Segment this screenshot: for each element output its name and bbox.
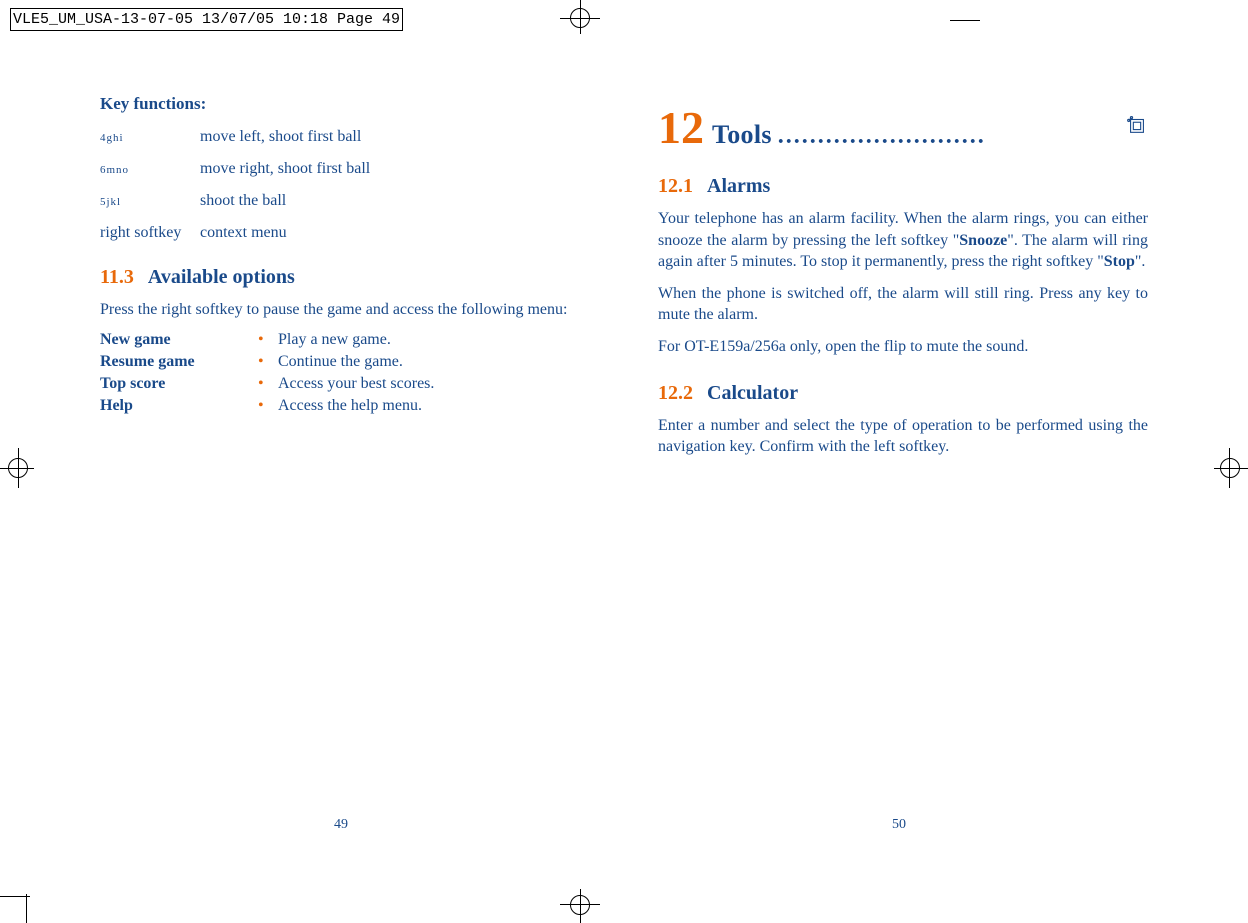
key-row: 4ghi move left, shoot first ball — [100, 128, 600, 146]
key-desc: context menu — [200, 224, 600, 242]
section-heading-12-1: 12.1 Alarms — [658, 175, 1148, 198]
key-row: right softkey context menu — [100, 224, 600, 242]
crop-mark-top — [560, 0, 600, 34]
crop-mark-bottom — [560, 889, 600, 923]
key-desc: move right, shoot first ball — [200, 160, 600, 178]
stop-label: Stop — [1104, 253, 1135, 270]
key-5-icon: 5jkl — [100, 196, 121, 208]
page-right: 12 Tools .......................... 12.1… — [658, 105, 1148, 468]
tools-icon — [1126, 114, 1148, 142]
section-number: 12.1 — [658, 175, 693, 197]
option-desc: Continue the game. — [278, 353, 600, 371]
section-number: 11.3 — [100, 266, 134, 288]
section-paragraph: Enter a number and select the type of op… — [658, 415, 1148, 458]
crop-mark-right — [1214, 448, 1248, 488]
bullet-icon: • — [258, 375, 278, 393]
page-number-left: 49 — [334, 817, 348, 833]
bleed-mark — [26, 894, 27, 923]
page-left: Key functions: 4ghi move left, shoot fir… — [100, 94, 600, 419]
section-intro: Press the right softkey to pause the gam… — [100, 299, 600, 321]
key-desc: move left, shoot first ball — [200, 128, 600, 146]
bullet-icon: • — [258, 353, 278, 371]
section-paragraph: When the phone is switched off, the alar… — [658, 283, 1148, 326]
option-row: Top score • Access your best scores. — [100, 375, 600, 393]
chapter-heading: 12 Tools .......................... — [658, 105, 1148, 151]
option-row: Help • Access the help menu. — [100, 397, 600, 415]
chapter-number: 12 — [658, 105, 704, 151]
section-number: 12.2 — [658, 382, 693, 404]
key-functions-heading: Key functions: — [100, 94, 600, 114]
section-title: Alarms — [707, 175, 770, 197]
bleed-mark — [950, 20, 980, 21]
section-paragraph: Your telephone has an alarm facility. Wh… — [658, 208, 1148, 273]
chapter-dots: .......................... — [778, 123, 986, 150]
bullet-icon: • — [258, 397, 278, 415]
crop-mark-left — [0, 448, 34, 488]
key-right-softkey: right softkey — [100, 224, 200, 242]
key-4-icon: 4ghi — [100, 132, 124, 144]
section-title: Available options — [148, 266, 295, 288]
bullet-icon: • — [258, 331, 278, 349]
section-heading-12-2: 12.2 Calculator — [658, 382, 1148, 405]
key-row: 6mno move right, shoot first ball — [100, 160, 600, 178]
option-desc: Play a new game. — [278, 331, 600, 349]
option-desc: Access the help menu. — [278, 397, 600, 415]
section-title: Calculator — [707, 382, 798, 404]
option-name: New game — [100, 331, 258, 349]
option-row: New game • Play a new game. — [100, 331, 600, 349]
option-name: Resume game — [100, 353, 258, 371]
section-paragraph: For OT-E159a/256a only, open the flip to… — [658, 336, 1148, 358]
chapter-title: Tools — [712, 120, 772, 150]
prepress-header: VLE5_UM_USA-13-07-05 13/07/05 10:18 Page… — [10, 8, 403, 31]
key-6-icon: 6mno — [100, 164, 129, 176]
snooze-label: Snooze — [959, 232, 1007, 249]
section-heading-11-3: 11.3 Available options — [100, 266, 600, 289]
option-name: Help — [100, 397, 258, 415]
option-name: Top score — [100, 375, 258, 393]
page-number-right: 50 — [892, 817, 906, 833]
option-row: Resume game • Continue the game. — [100, 353, 600, 371]
key-row: 5jkl shoot the ball — [100, 192, 600, 210]
key-desc: shoot the ball — [200, 192, 600, 210]
option-desc: Access your best scores. — [278, 375, 600, 393]
